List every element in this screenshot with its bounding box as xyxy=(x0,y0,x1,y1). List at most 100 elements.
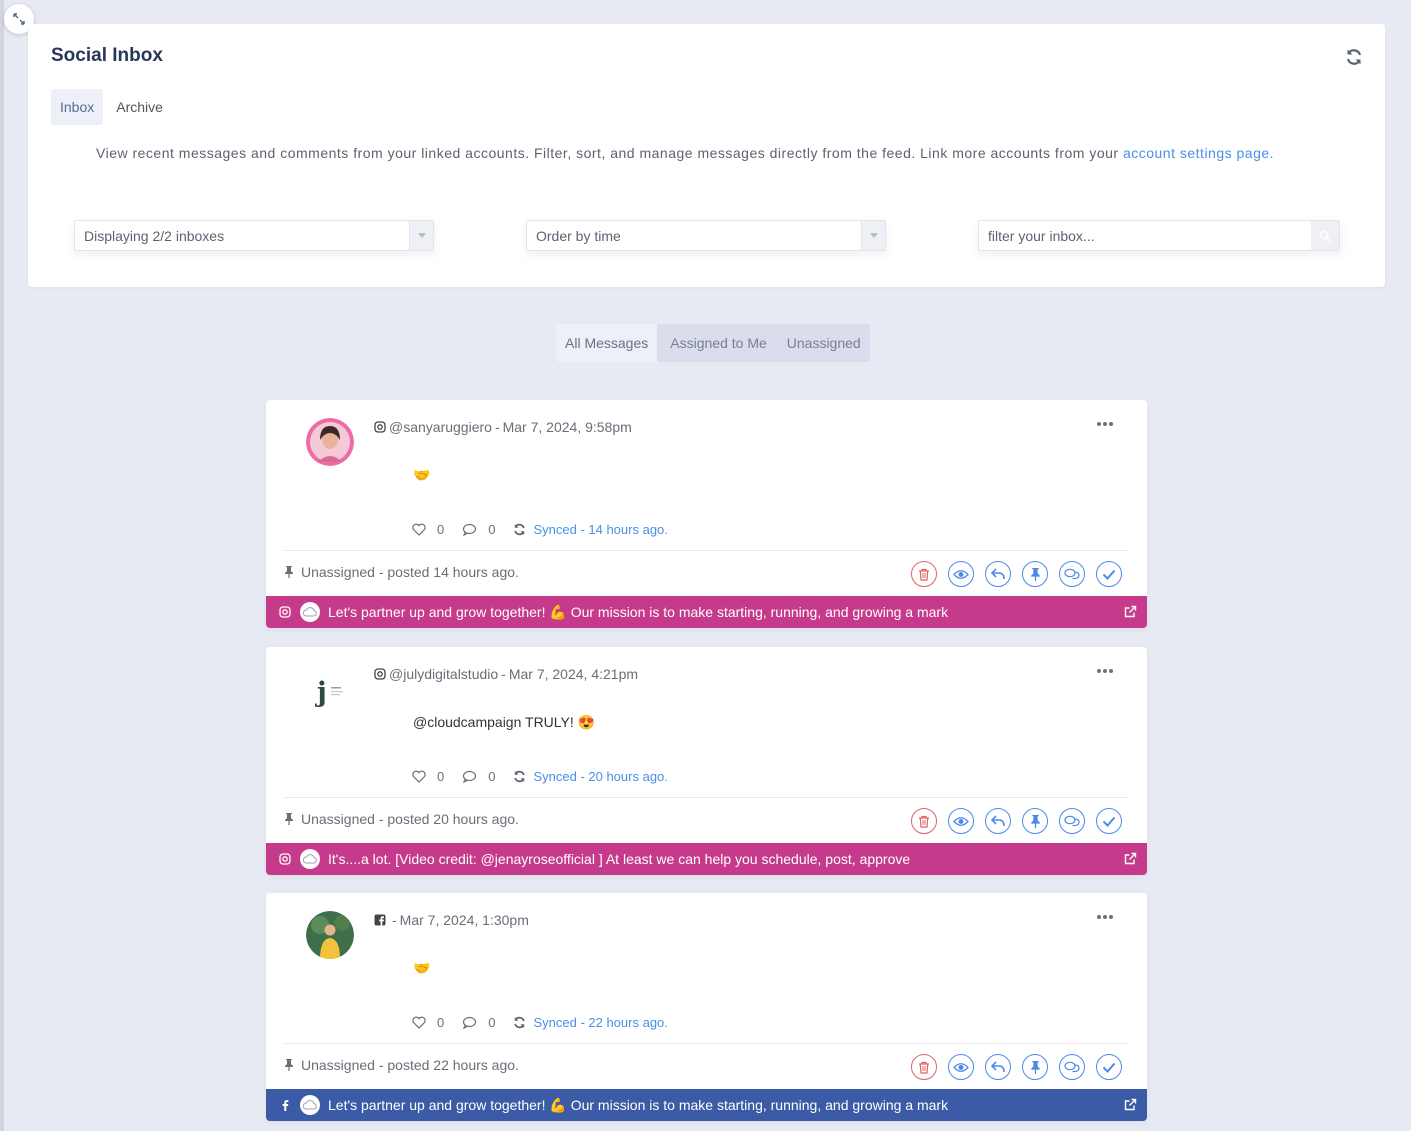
comments-button[interactable] xyxy=(1059,561,1085,587)
pin-icon xyxy=(1030,814,1040,828)
external-link-icon[interactable] xyxy=(1124,1098,1137,1111)
mark-read-button[interactable] xyxy=(948,1054,974,1080)
eye-icon xyxy=(953,816,969,826)
message-date: Mar 7, 2024, 9:58pm xyxy=(502,419,632,435)
more-options-icon[interactable] xyxy=(1097,669,1113,673)
linked-post-bar[interactable]: Let's partner up and grow together! 💪 Ou… xyxy=(266,596,1147,628)
message-card: - Mar 7, 2024, 1:30pm 🤝 0 0 Synced - 22 … xyxy=(266,893,1147,1121)
eye-icon xyxy=(953,569,969,579)
sync-icon xyxy=(514,1016,526,1029)
heart-icon[interactable] xyxy=(412,770,426,783)
sync-status: Synced - 20 hours ago. xyxy=(533,769,668,784)
comments-button[interactable] xyxy=(1059,1054,1085,1080)
pin-button[interactable] xyxy=(1022,1054,1048,1080)
assignment-filter: All Messages Assigned to Me Unassigned xyxy=(556,324,870,362)
eye-icon xyxy=(953,1062,969,1072)
svg-text:j: j xyxy=(315,677,327,708)
sync-icon xyxy=(514,523,526,536)
pin-button[interactable] xyxy=(1022,561,1048,587)
refresh-button[interactable] xyxy=(1343,46,1365,68)
inbox-tabs: Inbox Archive xyxy=(51,89,176,125)
message-stats: 0 0 Synced - 20 hours ago. xyxy=(412,769,668,784)
external-link-icon[interactable] xyxy=(1124,852,1137,865)
resolve-button[interactable] xyxy=(1096,808,1122,834)
author-handle[interactable]: @sanyaruggiero xyxy=(389,419,492,435)
instagram-icon xyxy=(279,606,291,618)
trash-icon xyxy=(919,815,929,828)
trash-icon xyxy=(919,568,929,581)
delete-button[interactable] xyxy=(911,808,937,834)
meta-separator: - xyxy=(501,666,506,682)
message-meta: @sanyaruggiero - Mar 7, 2024, 9:58pm xyxy=(374,419,632,435)
instagram-icon xyxy=(374,421,386,433)
checkmark-icon xyxy=(1102,816,1116,827)
filter-assigned-to-me[interactable]: Assigned to Me xyxy=(657,324,778,362)
delete-button[interactable] xyxy=(911,1054,937,1080)
comment-icon[interactable] xyxy=(462,770,477,783)
description-text: View recent messages and comments from y… xyxy=(96,145,1119,161)
facebook-icon xyxy=(282,1100,289,1111)
mark-read-button[interactable] xyxy=(948,561,974,587)
linked-post-bar[interactable]: It's....a lot. [Video credit: @jenayrose… xyxy=(266,843,1147,875)
cloud-logo-icon xyxy=(300,1095,320,1115)
filter-unassigned[interactable]: Unassigned xyxy=(777,324,870,362)
collapse-arrows-icon xyxy=(13,13,25,25)
filter-all-messages[interactable]: All Messages xyxy=(556,324,658,362)
like-count: 0 xyxy=(437,769,445,784)
mark-read-button[interactable] xyxy=(948,808,974,834)
chevron-down-icon xyxy=(409,221,433,250)
comment-count: 0 xyxy=(488,1015,496,1030)
left-edge xyxy=(0,0,4,1131)
resolve-button[interactable] xyxy=(1096,1054,1122,1080)
reply-icon xyxy=(991,1061,1005,1073)
tab-archive[interactable]: Archive xyxy=(103,89,176,125)
pin-button[interactable] xyxy=(1022,808,1048,834)
message-card: @sanyaruggiero - Mar 7, 2024, 9:58pm 🤝 0… xyxy=(266,400,1147,628)
avatar xyxy=(306,418,354,466)
message-actions xyxy=(911,808,1122,834)
account-settings-link[interactable]: account settings page. xyxy=(1123,145,1274,161)
message-text: 🤝 xyxy=(413,960,431,976)
message-card: j @julydigitalstudio - Mar 7, 2024, 4:21… xyxy=(266,647,1147,875)
author-handle[interactable]: @julydigitalstudio xyxy=(389,666,498,682)
tab-inbox[interactable]: Inbox xyxy=(51,89,104,125)
linked-post-bar[interactable]: Let's partner up and grow together! 💪 Ou… xyxy=(266,1089,1147,1121)
refresh-icon xyxy=(1346,49,1362,65)
sync-icon xyxy=(514,770,526,783)
more-options-icon[interactable] xyxy=(1097,422,1113,426)
reply-button[interactable] xyxy=(985,1054,1011,1080)
search-button[interactable] xyxy=(1311,221,1339,250)
like-count: 0 xyxy=(437,522,445,537)
message-text: 🤝 xyxy=(413,467,431,483)
instagram-icon xyxy=(279,853,291,865)
message-actions xyxy=(911,561,1122,587)
instagram-icon xyxy=(374,668,386,680)
search-input[interactable] xyxy=(979,221,1309,250)
order-select[interactable]: Order by time xyxy=(526,220,886,251)
divider xyxy=(284,797,1129,798)
assignment-status: Unassigned - posted 14 hours ago. xyxy=(284,564,519,580)
message-stats: 0 0 Synced - 22 hours ago. xyxy=(412,1015,668,1030)
message-meta: @julydigitalstudio - Mar 7, 2024, 4:21pm xyxy=(374,666,638,682)
resolve-button[interactable] xyxy=(1096,561,1122,587)
heart-icon[interactable] xyxy=(412,523,426,536)
like-count: 0 xyxy=(437,1015,445,1030)
delete-button[interactable] xyxy=(911,561,937,587)
search-icon xyxy=(1319,230,1331,242)
description: View recent messages and comments from y… xyxy=(96,145,1274,161)
chat-bubbles-icon xyxy=(1064,1061,1080,1072)
comments-button[interactable] xyxy=(1059,808,1085,834)
inboxes-select[interactable]: Displaying 2/2 inboxes xyxy=(74,220,434,251)
comment-icon[interactable] xyxy=(462,523,477,536)
reply-icon xyxy=(991,568,1005,580)
message-actions xyxy=(911,1054,1122,1080)
assignment-status: Unassigned - posted 22 hours ago. xyxy=(284,1057,519,1073)
comment-icon[interactable] xyxy=(462,1016,477,1029)
heart-icon[interactable] xyxy=(412,1016,426,1029)
pin-icon xyxy=(285,813,293,825)
checkmark-icon xyxy=(1102,1062,1116,1073)
external-link-icon[interactable] xyxy=(1124,605,1137,618)
reply-button[interactable] xyxy=(985,808,1011,834)
reply-button[interactable] xyxy=(985,561,1011,587)
more-options-icon[interactable] xyxy=(1097,915,1113,919)
